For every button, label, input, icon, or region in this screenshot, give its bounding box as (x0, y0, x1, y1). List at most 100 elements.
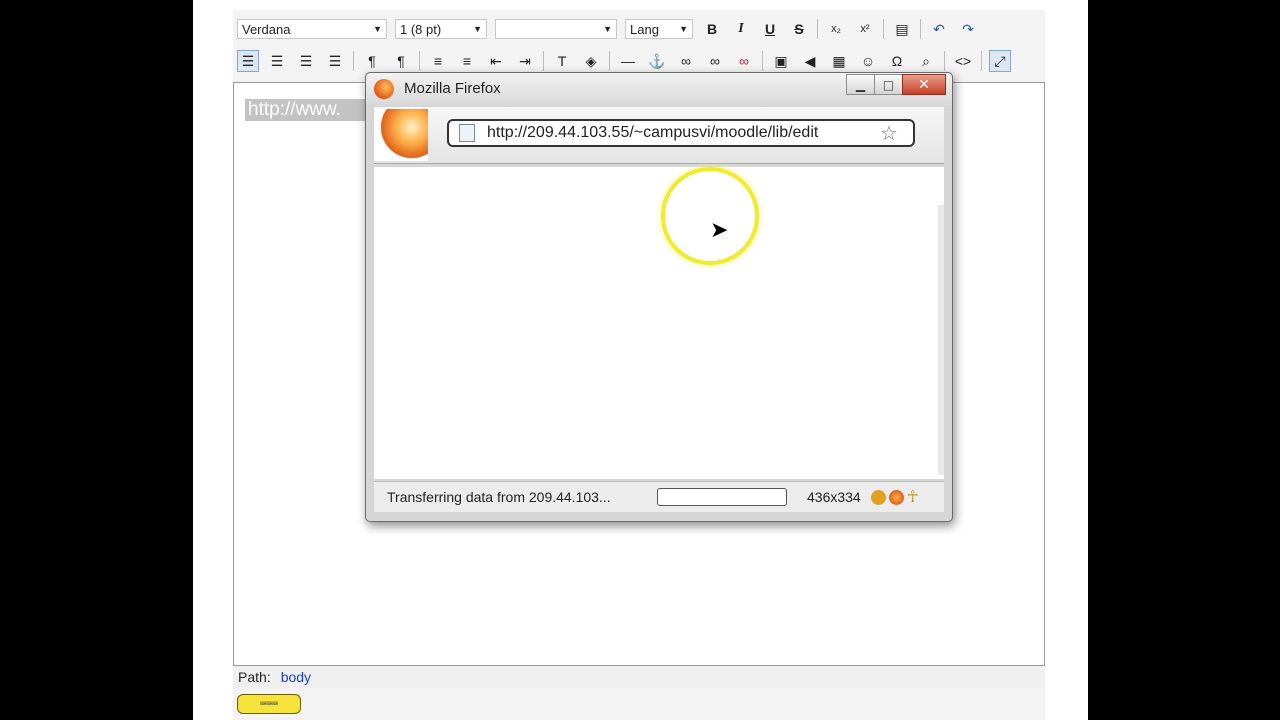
special-char-button[interactable]: Ω (886, 50, 908, 72)
toolbar-divider (817, 19, 818, 39)
insert-table-button[interactable]: ▦ (828, 50, 850, 72)
path-body-link[interactable]: body (281, 669, 311, 685)
chevron-down-icon: ▼ (473, 24, 482, 34)
addon-icon (870, 489, 886, 505)
redo-button[interactable]: ↷ (957, 18, 979, 40)
superscript-button[interactable]: x² (854, 18, 876, 40)
fullscreen-button[interactable]: ⤢ (989, 50, 1011, 72)
text-color-button[interactable]: T (551, 50, 573, 72)
page-icon (459, 124, 475, 142)
outdent-button[interactable]: ⇤ (485, 50, 507, 72)
indent-icon: ⇥ (519, 52, 531, 69)
status-text: Transferring data from 209.44.103... (387, 489, 611, 505)
undo-icon: ↶ (933, 20, 945, 37)
align-left-button[interactable]: ☰ (237, 50, 259, 72)
rtl-icon: ¶ (397, 53, 405, 69)
toolbar-divider (353, 51, 354, 71)
chevron-down-icon: ▼ (373, 24, 382, 34)
mouse-cursor-icon: ➤ (710, 218, 729, 243)
unordered-list-button[interactable]: ≡ (456, 50, 478, 72)
firefox-logo-icon (374, 109, 428, 161)
maximize-icon: □ (882, 77, 895, 92)
ltr-button[interactable]: ¶ (361, 50, 383, 72)
maximize-button[interactable]: □ (874, 74, 903, 95)
clean-word-button[interactable]: ▤ (891, 18, 913, 40)
lang-value: Lang (630, 21, 659, 37)
path-label: Path: (238, 669, 271, 685)
close-button[interactable]: ✕ (902, 74, 946, 95)
justify-button[interactable]: ☰ (324, 50, 346, 72)
toolbar-divider (543, 51, 544, 71)
cursor-highlight (661, 167, 759, 265)
link-icon: ∞ (681, 53, 691, 69)
align-center-button[interactable]: ☰ (266, 50, 288, 72)
table-icon: ▦ (832, 52, 846, 69)
keyboard-icon: ⌨⌨⌨ (259, 698, 279, 710)
bold-button[interactable]: B (701, 18, 723, 40)
toolbar-divider (920, 19, 921, 39)
underline-button[interactable]: U (759, 18, 781, 40)
align-right-button[interactable]: ☰ (295, 50, 317, 72)
popup-title-bar[interactable]: Mozilla Firefox ▁ □ ✕ (366, 73, 952, 105)
minimize-button[interactable]: ▁ (846, 74, 875, 95)
close-icon: ✕ (918, 76, 930, 93)
chevron-down-icon: ▼ (679, 24, 688, 34)
code-icon: <> (954, 53, 972, 69)
style-select[interactable]: ▼ (495, 19, 617, 39)
horizontal-rule-button[interactable]: — (617, 50, 639, 72)
unordered-list-icon: ≡ (462, 53, 472, 69)
ltr-icon: ¶ (368, 53, 376, 69)
lang-select[interactable]: Lang ▼ (625, 19, 693, 39)
toolbar-divider (883, 19, 884, 39)
smiley-icon: ☺ (860, 53, 876, 69)
popup-title: Mozilla Firefox (404, 80, 501, 97)
font-size-select[interactable]: 1 (8 pt) ▼ (395, 19, 487, 39)
path-bar: Path: body (233, 666, 1045, 688)
popup-status-bar: Transferring data from 209.44.103... 436… (374, 481, 944, 512)
unlink-button[interactable]: ∞ (704, 50, 726, 72)
toolbar-divider (419, 51, 420, 71)
outdent-icon: ⇤ (490, 52, 502, 69)
popup-scrollbar[interactable] (938, 205, 944, 475)
image-icon: ▣ (774, 52, 788, 69)
selected-url-text: http://www. (245, 99, 369, 121)
speaker-icon: ◀ (804, 52, 816, 69)
insert-smiley-button[interactable]: ☺ (857, 50, 879, 72)
strikethrough-button[interactable]: S (788, 18, 810, 40)
indent-button[interactable]: ⇥ (514, 50, 536, 72)
rtl-button[interactable]: ¶ (390, 50, 412, 72)
keyboard-button[interactable]: ⌨⌨⌨ (237, 694, 301, 714)
font-family-select[interactable]: Verdana ▼ (237, 19, 387, 39)
ordered-list-icon: ≡ (433, 53, 443, 69)
justify-icon: ☰ (328, 52, 342, 69)
subscript-button[interactable]: x₂ (825, 18, 847, 40)
italic-button[interactable]: I (730, 18, 752, 40)
insert-link-button[interactable]: ∞ (675, 50, 697, 72)
unlink-icon: ∞ (710, 53, 720, 69)
undo-button[interactable]: ↶ (928, 18, 950, 40)
anchor-button[interactable]: ⚓ (646, 50, 668, 72)
paint-bucket-icon: ◈ (585, 52, 597, 69)
minimize-icon: ▁ (855, 77, 866, 92)
toolbar-row-1: Verdana ▼ 1 (8 pt) ▼ ▼ Lang ▼ B I U S x₂ x²… (237, 14, 986, 44)
insert-media-button[interactable]: ◀ (799, 50, 821, 72)
bookmark-star-icon[interactable]: ☆ (880, 121, 898, 145)
toolbar-divider (609, 51, 610, 71)
nolink-button[interactable]: ∞ (733, 50, 755, 72)
progress-bar (657, 488, 787, 506)
search-replace-button[interactable]: ⌕ (915, 50, 937, 72)
ordered-list-button[interactable]: ≡ (427, 50, 449, 72)
toolbar-divider (981, 51, 982, 71)
firefox-popup-window: Mozilla Firefox ▁ □ ✕ http://209.44.103.… (365, 72, 953, 522)
toolbar-divider (762, 51, 763, 71)
html-source-button[interactable]: <> (952, 50, 974, 72)
address-url: http://209.44.103.55/~campusvi/moodle/li… (487, 124, 819, 141)
font-size-value: 1 (8 pt) (400, 21, 442, 37)
ankh-icon: ☥ (906, 489, 919, 506)
popup-page-content[interactable] (374, 167, 944, 479)
background-color-button[interactable]: ◈ (580, 50, 602, 72)
insert-image-button[interactable]: ▣ (770, 50, 792, 72)
popup-nav-bar: http://209.44.103.55/~campusvi/moodle/li… (374, 107, 944, 164)
address-bar[interactable]: http://209.44.103.55/~campusvi/moodle/li… (447, 119, 915, 147)
firefox-icon (374, 79, 394, 99)
